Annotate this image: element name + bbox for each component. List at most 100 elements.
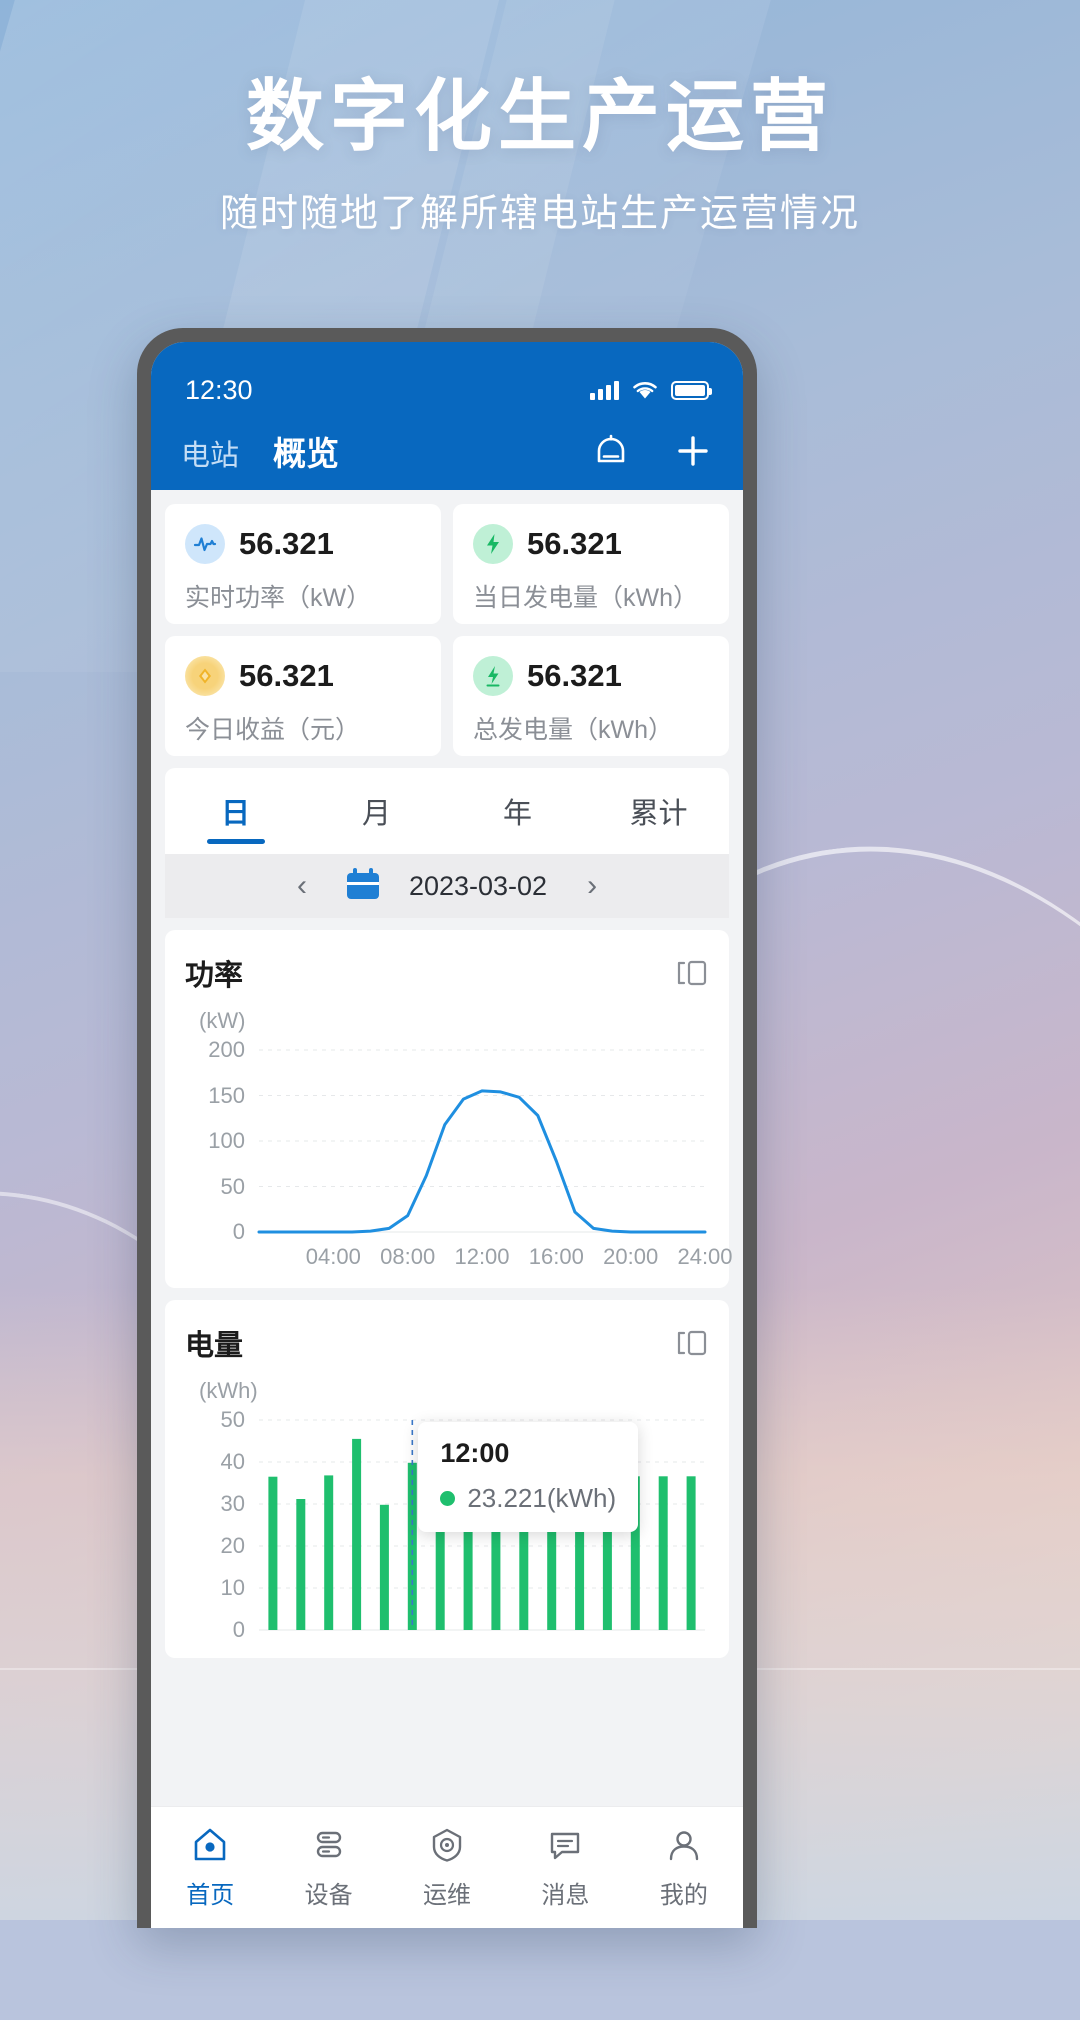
bolt-line-icon bbox=[473, 656, 513, 696]
power-y-tick: 50 bbox=[220, 1173, 245, 1199]
power-x-tick: 12:00 bbox=[454, 1244, 510, 1269]
poster-headline-block: 数字化生产运营 随时随地了解所辖电站生产运营情况 bbox=[0, 70, 1080, 237]
coin-icon bbox=[185, 656, 225, 696]
energy-y-tick: 30 bbox=[220, 1491, 245, 1516]
period-card: 日 月 年 累计 ‹ 2023-03-02 › bbox=[165, 768, 729, 918]
poster-subtitle: 随时随地了解所辖电站生产运营情况 bbox=[219, 193, 860, 236]
phone-mockup: 12:30 电站 概览 56.321 实时功率（kW） 56.321 当日发电量… bbox=[137, 328, 757, 1928]
expand-chart-icon[interactable] bbox=[675, 958, 709, 988]
plus-icon[interactable] bbox=[673, 431, 713, 471]
metric-card-top: 56.321 bbox=[185, 524, 421, 564]
tooltip-time: 12:00 bbox=[440, 1438, 510, 1468]
power-chart-panel: 功率 (kW) 0 50 100 150 200 04:00 08:00 12:00 16:00… bbox=[165, 930, 733, 1288]
energy-y-tick: 20 bbox=[220, 1533, 245, 1558]
power-panel-header: 功率 bbox=[185, 952, 709, 994]
status-time: 12:30 bbox=[185, 374, 253, 405]
tooltip-series-dot bbox=[440, 1491, 456, 1506]
nav-tab-overview[interactable]: 概览 bbox=[273, 427, 339, 475]
app-nav-bar: 电站 概览 bbox=[151, 420, 743, 490]
power-panel-title: 功率 bbox=[185, 960, 244, 992]
power-y-tick: 150 bbox=[208, 1082, 245, 1108]
poster-title: 数字化生产运营 bbox=[245, 72, 834, 160]
home-icon bbox=[194, 1828, 226, 1861]
power-x-tick: 16:00 bbox=[528, 1244, 584, 1269]
tab-label: 设备 bbox=[304, 1882, 353, 1909]
date-next-button[interactable]: › bbox=[577, 869, 607, 903]
message-icon bbox=[551, 1832, 580, 1860]
metric-value: 56.321 bbox=[239, 658, 334, 693]
date-selector: ‹ 2023-03-02 › bbox=[165, 854, 729, 918]
period-tab-total[interactable]: 累计 bbox=[588, 768, 729, 854]
energy-bar bbox=[658, 1476, 668, 1630]
metric-card-today-generation[interactable]: 56.321 当日发电量（kWh） bbox=[453, 504, 729, 624]
energy-panel-header: 电量 bbox=[185, 1322, 709, 1364]
tab-home[interactable]: 首页 bbox=[151, 1825, 269, 1910]
power-x-tick: 24:00 bbox=[677, 1244, 733, 1269]
metric-card-realtime-power[interactable]: 56.321 实时功率（kW） bbox=[165, 504, 441, 624]
tab-label: 首页 bbox=[186, 1882, 235, 1909]
nav-tab-stations[interactable]: 电站 bbox=[181, 432, 239, 474]
metric-value: 56.321 bbox=[239, 526, 334, 561]
phone-screen: 12:30 电站 概览 56.321 实时功率（kW） 56.321 当日发电量… bbox=[151, 342, 743, 1928]
chart-tooltip: 12:00 23.221(kWh) bbox=[418, 1422, 639, 1532]
period-tab-day[interactable]: 日 bbox=[165, 768, 306, 854]
profile-icon bbox=[669, 1831, 699, 1861]
metric-card-today-revenue[interactable]: 56.321 今日收益（元） bbox=[165, 636, 441, 756]
metric-value: 56.321 bbox=[527, 658, 622, 693]
power-y-tick: 100 bbox=[208, 1128, 245, 1153]
period-tab-group: 日 月 年 累计 bbox=[165, 768, 729, 854]
energy-chart-plot: 12:00 23.221(kWh) 0 10 20 30 40 50 bbox=[185, 1407, 709, 1658]
expand-chart-icon[interactable] bbox=[675, 1328, 709, 1358]
bottom-tab-bar: 首页 设备 运维 消息 我的 bbox=[151, 1806, 743, 1928]
metric-label: 今日收益（元） bbox=[185, 716, 361, 744]
tab-device[interactable]: 设备 bbox=[269, 1825, 387, 1910]
nav-actions bbox=[591, 431, 713, 471]
ops-icon bbox=[432, 1828, 462, 1862]
battery-icon bbox=[671, 380, 712, 400]
period-tab-year[interactable]: 年 bbox=[447, 768, 588, 854]
energy-y-tick: 0 bbox=[232, 1617, 245, 1642]
power-x-tick: 08:00 bbox=[380, 1244, 436, 1269]
calendar-icon bbox=[346, 868, 379, 899]
energy-bar bbox=[379, 1504, 389, 1630]
energy-bar bbox=[352, 1438, 362, 1630]
energy-y-tick: 10 bbox=[220, 1575, 245, 1600]
status-bar: 12:30 bbox=[151, 342, 743, 420]
status-icons bbox=[590, 379, 712, 401]
metric-label: 总发电量（kWh） bbox=[473, 716, 674, 744]
energy-bar bbox=[268, 1476, 278, 1630]
alarm-bell-icon[interactable] bbox=[591, 431, 631, 471]
overview-content: 56.321 实时功率（kW） 56.321 当日发电量（kWh） 56.321… bbox=[151, 490, 743, 1928]
signal-bars-icon bbox=[590, 380, 619, 400]
tab-label: 我的 bbox=[659, 1882, 708, 1909]
device-icon bbox=[316, 1831, 341, 1858]
power-x-tick: 04:00 bbox=[305, 1244, 361, 1269]
energy-y-tick: 40 bbox=[220, 1449, 245, 1474]
metric-card-grid: 56.321 实时功率（kW） 56.321 当日发电量（kWh） 56.321… bbox=[151, 490, 743, 756]
power-x-tick: 20:00 bbox=[603, 1244, 659, 1269]
metric-card-top: 56.321 bbox=[185, 656, 421, 696]
energy-axis-unit: (kWh) bbox=[199, 1378, 258, 1403]
tab-message[interactable]: 消息 bbox=[506, 1825, 624, 1910]
date-value: 2023-03-02 bbox=[408, 870, 548, 901]
energy-bar bbox=[296, 1499, 306, 1630]
metric-card-total-generation[interactable]: 56.321 总发电量（kWh） bbox=[453, 636, 729, 756]
tab-profile[interactable]: 我的 bbox=[625, 1825, 743, 1910]
date-prev-button[interactable]: ‹ bbox=[287, 869, 317, 903]
metric-label: 实时功率（kW） bbox=[185, 584, 372, 612]
tooltip-value-row: 23.221(kWh) bbox=[440, 1483, 616, 1514]
metric-card-top: 56.321 bbox=[473, 656, 709, 696]
pulse-icon bbox=[185, 524, 225, 564]
power-chart-plot: 0 50 100 150 200 04:00 08:00 12:00 16:00 20:00 24:… bbox=[185, 1037, 732, 1278]
metric-label: 当日发电量（kWh） bbox=[473, 584, 699, 612]
bolt-icon bbox=[473, 524, 513, 564]
period-tab-month[interactable]: 月 bbox=[306, 768, 447, 854]
tooltip-value: 23.221(kWh) bbox=[467, 1483, 617, 1513]
energy-bar bbox=[324, 1475, 334, 1630]
energy-chart-panel: 电量 (kWh) 12:00 23.221(kWh) 010 20 30 40 … bbox=[165, 1300, 729, 1658]
tab-ops[interactable]: 运维 bbox=[388, 1825, 506, 1910]
metric-card-top: 56.321 bbox=[473, 524, 709, 564]
period-section: 日 月 年 累计 ‹ 2023-03-02 › bbox=[151, 756, 743, 918]
metric-value: 56.321 bbox=[527, 526, 622, 561]
power-y-tick: 200 bbox=[208, 1037, 245, 1062]
